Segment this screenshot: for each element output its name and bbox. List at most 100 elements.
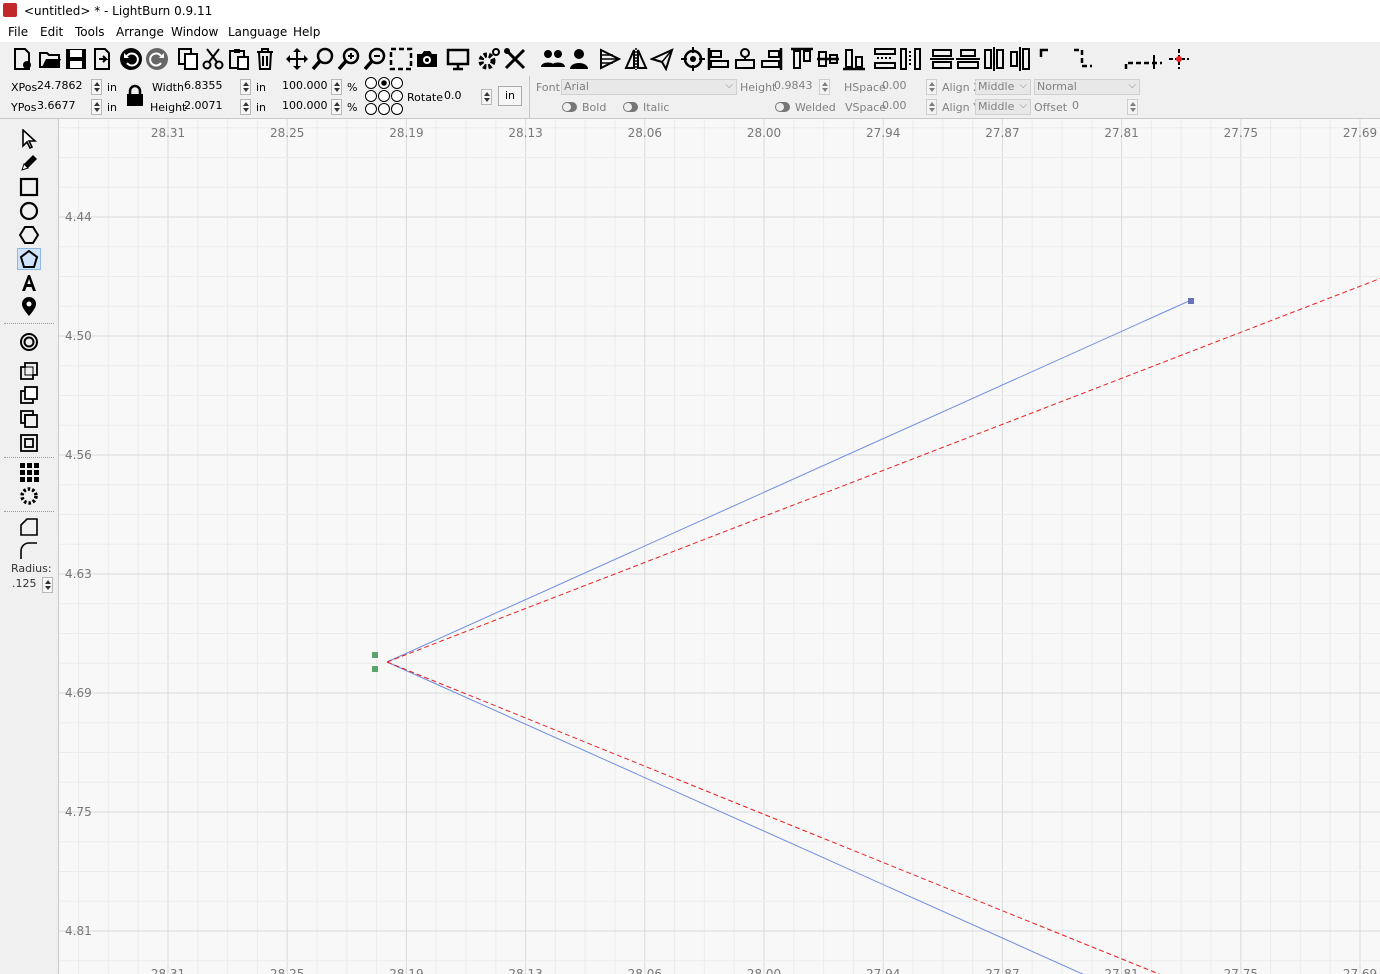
canvas-drawing[interactable]: 28.31 28.25 28.19 28.13 28.06 28.00 27.94 27.87… <box>59 119 1380 974</box>
zoom-in-icon[interactable] <box>336 45 362 73</box>
align-bottom-icon[interactable] <box>841 45 867 73</box>
ypos-field[interactable]: 3.6677 <box>35 99 89 115</box>
open-file-icon[interactable] <box>36 45 64 73</box>
anchor-grid-icon[interactable] <box>365 77 405 120</box>
start-node-lower[interactable] <box>372 666 378 672</box>
space-h-icon[interactable] <box>929 45 955 73</box>
width-field[interactable]: 6.8355 <box>182 79 238 95</box>
boolean-difference-tool-icon[interactable] <box>17 408 41 430</box>
start-node-upper[interactable] <box>372 652 378 658</box>
italic-toggle[interactable] <box>623 102 638 112</box>
zoom-icon[interactable] <box>310 45 336 73</box>
space-h2-icon[interactable] <box>955 45 981 73</box>
menu-file[interactable]: File <box>8 25 28 39</box>
align-right-icon[interactable] <box>758 45 784 73</box>
bold-toggle[interactable] <box>562 102 577 112</box>
scale-y-spinner[interactable] <box>331 99 342 115</box>
corner-chamfer-tool-icon[interactable] <box>17 516 41 538</box>
hspace-spinner[interactable] <box>926 79 937 95</box>
height-spinner[interactable] <box>240 99 251 115</box>
boolean-intersection-tool-icon[interactable] <box>17 432 41 454</box>
text-height-spinner[interactable] <box>819 79 830 95</box>
font-select[interactable]: Arial <box>561 79 737 95</box>
monitor-icon[interactable] <box>445 45 471 73</box>
ypos-spinner[interactable] <box>91 99 102 115</box>
vspace-field[interactable]: 0.00 <box>880 99 924 115</box>
mirror-h-icon[interactable] <box>597 45 623 73</box>
ellipse-tool-icon[interactable] <box>17 200 41 222</box>
center-icon[interactable] <box>680 45 706 73</box>
width-spinner[interactable] <box>240 79 251 95</box>
rotate-spinner[interactable] <box>481 89 492 105</box>
send-to-laser-icon[interactable] <box>649 45 675 73</box>
cut-icon[interactable] <box>200 45 226 73</box>
select-tool-icon[interactable] <box>17 128 41 150</box>
zoom-out-icon[interactable] <box>362 45 388 73</box>
distribute-h-icon[interactable] <box>872 45 898 73</box>
pencil-tool-icon[interactable] <box>17 152 41 174</box>
end-node[interactable] <box>1188 298 1194 304</box>
frame-select-icon[interactable] <box>388 45 414 73</box>
rectangle-tool-icon[interactable] <box>17 176 41 198</box>
design-canvas[interactable]: 28.31 28.25 28.19 28.13 28.06 28.00 27.94 27.87… <box>59 119 1380 974</box>
xpos-spinner[interactable] <box>91 79 102 95</box>
space-v-icon[interactable] <box>981 45 1007 73</box>
copy-icon[interactable] <box>175 45 201 73</box>
align-center-v-icon[interactable] <box>732 45 758 73</box>
space-v2-icon[interactable] <box>1007 45 1033 73</box>
align-y-select[interactable]: Middle <box>975 99 1031 115</box>
boolean-union-tool-icon[interactable] <box>17 384 41 406</box>
weld-tool-icon[interactable] <box>17 360 41 382</box>
menu-language[interactable]: Language <box>228 25 287 39</box>
align-left-icon[interactable] <box>706 45 732 73</box>
settings-icon[interactable] <box>476 45 502 73</box>
menu-edit[interactable]: Edit <box>40 25 63 39</box>
position-laser-tool-icon[interactable] <box>17 296 41 318</box>
offset-shapes-tool-icon[interactable] <box>17 331 41 353</box>
menu-arrange[interactable]: Arrange <box>116 25 164 39</box>
group-icon[interactable] <box>540 45 566 73</box>
path-step-1-icon[interactable] <box>1038 45 1062 73</box>
menu-window[interactable]: Window <box>171 25 218 39</box>
edit-nodes-tool-icon[interactable] <box>17 248 41 270</box>
redo-icon[interactable] <box>144 45 170 73</box>
move-icon[interactable] <box>284 45 310 73</box>
blue-path-upper[interactable] <box>386 300 1190 663</box>
radius-spinner[interactable] <box>42 577 53 593</box>
tools-icon[interactable] <box>502 45 528 73</box>
lock-icon[interactable] <box>125 84 145 111</box>
align-x-select[interactable]: Middle <box>975 79 1031 95</box>
corner-radius-tool-icon[interactable] <box>17 540 41 562</box>
camera-icon[interactable] <box>414 45 440 73</box>
vspace-spinner[interactable] <box>926 99 937 115</box>
align-top-icon[interactable] <box>789 45 815 73</box>
text-height-field[interactable]: 0.9843 <box>772 79 817 95</box>
scale-y-field[interactable]: 100.000 <box>280 99 328 115</box>
rotate-field[interactable]: 0.0 <box>442 89 478 105</box>
scale-x-spinner[interactable] <box>331 79 342 95</box>
distribute-v-icon[interactable] <box>898 45 924 73</box>
unit-toggle-button[interactable]: in <box>498 86 522 106</box>
xpos-field[interactable]: 24.7862 <box>35 79 89 95</box>
scale-x-field[interactable]: 100.000 <box>280 79 328 95</box>
origin-icon[interactable] <box>1166 45 1192 73</box>
mirror-v-icon[interactable] <box>623 45 649 73</box>
grid-array-tool-icon[interactable] <box>17 461 41 483</box>
menu-help[interactable]: Help <box>293 25 320 39</box>
height-field[interactable]: 2.0071 <box>182 99 238 115</box>
welded-toggle[interactable] <box>775 102 790 112</box>
align-center-h-icon[interactable] <box>815 45 841 73</box>
offset-field[interactable]: 0 <box>1070 99 1120 115</box>
red-offset-path-lower[interactable] <box>386 661 1164 974</box>
save-file-icon[interactable] <box>62 45 90 73</box>
path-step-3-icon[interactable] <box>1120 45 1164 73</box>
blue-path-lower[interactable] <box>386 661 1087 974</box>
text-style-select[interactable]: Normal <box>1034 79 1140 95</box>
offset-spinner[interactable] <box>1127 99 1138 115</box>
import-icon[interactable] <box>88 45 116 73</box>
paste-icon[interactable] <box>226 45 252 73</box>
undo-icon[interactable] <box>118 45 144 73</box>
polygon-tool-icon[interactable] <box>17 224 41 246</box>
new-file-icon[interactable] <box>8 45 36 73</box>
ungroup-icon[interactable] <box>566 45 592 73</box>
